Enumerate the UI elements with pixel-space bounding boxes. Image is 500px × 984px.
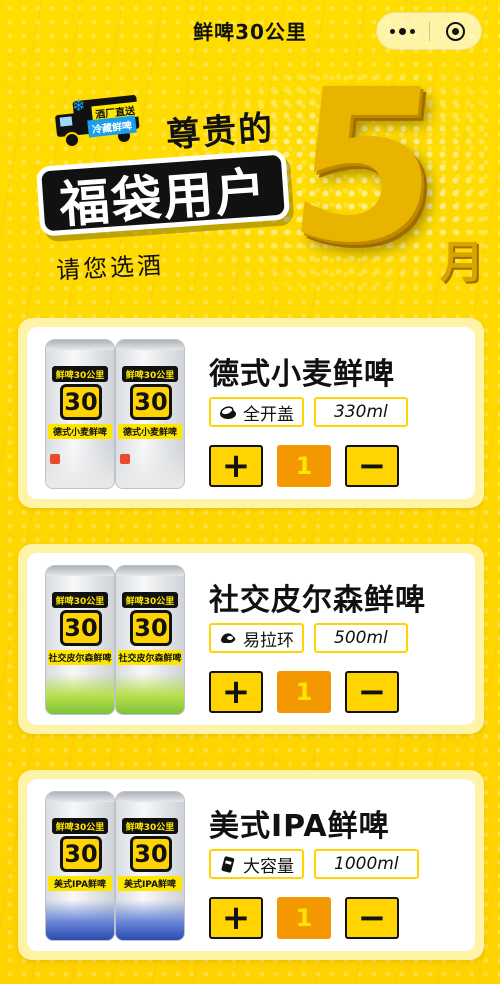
- can-number: 30: [130, 610, 172, 646]
- can-rim: [46, 792, 114, 802]
- product-tags: 全开盖 330ml: [209, 397, 408, 427]
- product-tags: 易拉环 500ml: [209, 623, 408, 653]
- can-rim: [116, 566, 184, 576]
- can-number: 30: [60, 836, 102, 872]
- can-rim: [46, 566, 114, 576]
- can-band: [46, 448, 114, 488]
- month-number: 5: [279, 44, 452, 289]
- pull-ring-icon: [221, 633, 236, 643]
- feature-tag: 易拉环: [209, 623, 304, 653]
- product-card: 鲜啤30公里 30 美式IPA鲜啤 鲜啤30公里 30 美式IPA鲜啤 美式IP…: [18, 770, 484, 960]
- increase-button[interactable]: +: [209, 897, 263, 939]
- can-label: 德式小麦鲜啤: [48, 424, 112, 439]
- can-brand: 鲜啤30公里: [122, 592, 178, 608]
- can-band: [116, 448, 184, 488]
- increase-button[interactable]: +: [209, 445, 263, 487]
- feature-tag: 全开盖: [209, 397, 304, 427]
- page: 鲜啤30公里 ❄ 酒厂直送 冷藏鲜啤 尊贵的 福袋用户 请您选酒 5 月 鲜啤3…: [0, 0, 500, 984]
- product-name: 德式小麦鲜啤: [207, 349, 399, 393]
- can-band: [46, 674, 114, 714]
- decrease-button[interactable]: −: [345, 445, 399, 487]
- more-dots-icon: [390, 28, 396, 34]
- more-dot: [410, 28, 416, 34]
- can-label: 社交皮尔森鲜啤: [48, 650, 112, 665]
- can-brand: 鲜啤30公里: [52, 592, 108, 608]
- can-band: [116, 900, 184, 940]
- product-image: 鲜啤30公里 30 德式小麦鲜啤 鲜啤30公里 30 德式小麦鲜啤: [45, 339, 193, 489]
- can-number: 30: [130, 384, 172, 420]
- beer-can: 鲜啤30公里 30 德式小麦鲜啤: [45, 339, 115, 489]
- product-card-inner: 鲜啤30公里 30 美式IPA鲜啤 鲜啤30公里 30 美式IPA鲜啤 美式IP…: [27, 779, 475, 951]
- quantity-stepper: + 1 −: [209, 671, 399, 713]
- product-card: 鲜啤30公里 30 社交皮尔森鲜啤 鲜啤30公里 30 社交皮尔森鲜啤 社交皮尔…: [18, 544, 484, 734]
- beer-can: 鲜啤30公里 30 美式IPA鲜啤: [115, 791, 185, 941]
- more-dot: [399, 27, 407, 35]
- product-name-text: 社交皮尔森鲜啤: [209, 583, 426, 618]
- large-can-icon: [221, 856, 235, 873]
- feature-label: 全开盖: [243, 404, 294, 425]
- month-unit: 月: [440, 237, 484, 288]
- feature-label: 大容量: [243, 856, 294, 877]
- feature-tag: 大容量: [209, 849, 304, 879]
- product-card: 鲜啤30公里 30 德式小麦鲜啤 鲜啤30公里 30 德式小麦鲜啤 德式小麦鲜啤: [18, 318, 484, 508]
- beer-can: 鲜啤30公里 30 美式IPA鲜啤: [45, 791, 115, 941]
- product-image: 鲜啤30公里 30 美式IPA鲜啤 鲜啤30公里 30 美式IPA鲜啤: [45, 791, 193, 941]
- feature-label: 易拉环: [243, 630, 294, 651]
- can-brand: 鲜啤30公里: [52, 818, 108, 834]
- can-brand: 鲜啤30公里: [122, 366, 178, 382]
- can-label: 社交皮尔森鲜啤: [118, 650, 182, 665]
- target-icon: [445, 21, 465, 41]
- quantity-value: 1: [277, 897, 331, 939]
- product-image: 鲜啤30公里 30 社交皮尔森鲜啤 鲜啤30公里 30 社交皮尔森鲜啤: [45, 565, 193, 715]
- snowflake-icon: ❄: [72, 96, 86, 115]
- can-brand: 鲜啤30公里: [52, 366, 108, 382]
- can-band: [46, 900, 114, 940]
- decrease-button[interactable]: −: [345, 671, 399, 713]
- decrease-button[interactable]: −: [345, 897, 399, 939]
- quantity-value: 1: [277, 445, 331, 487]
- product-tags: 大容量 1000ml: [209, 849, 419, 879]
- quantity-stepper: + 1 −: [209, 897, 399, 939]
- can-number: 30: [60, 384, 102, 420]
- increase-button[interactable]: +: [209, 671, 263, 713]
- can-label: 美式IPA鲜啤: [118, 876, 182, 891]
- banner-title-line2: 福袋用户: [35, 149, 291, 237]
- can-brand: 鲜啤30公里: [122, 818, 178, 834]
- quantity-value: 1: [277, 671, 331, 713]
- beer-can: 鲜啤30公里 30 社交皮尔森鲜啤: [115, 565, 185, 715]
- open-lid-icon: [220, 406, 236, 419]
- quantity-stepper: + 1 −: [209, 445, 399, 487]
- product-name: 美式IPA鲜啤: [207, 801, 394, 845]
- banner-title-line1: 尊贵的: [164, 108, 276, 156]
- product-card-inner: 鲜啤30公里 30 德式小麦鲜啤 鲜啤30公里 30 德式小麦鲜啤 德式小麦鲜啤: [27, 327, 475, 499]
- can-rim: [46, 340, 114, 350]
- beer-can: 鲜啤30公里 30 社交皮尔森鲜啤: [45, 565, 115, 715]
- page-title: 鲜啤30公里: [193, 19, 307, 44]
- volume-tag: 330ml: [314, 397, 408, 427]
- product-name: 社交皮尔森鲜啤: [207, 575, 430, 619]
- banner: ❄ 酒厂直送 冷藏鲜啤 尊贵的 福袋用户 请您选酒 5 月: [0, 44, 500, 320]
- beer-can: 鲜啤30公里 30 德式小麦鲜啤: [115, 339, 185, 489]
- can-number: 30: [130, 836, 172, 872]
- can-label: 美式IPA鲜啤: [48, 876, 112, 891]
- can-number: 30: [60, 610, 102, 646]
- product-name-text: 美式IPA鲜啤: [209, 809, 390, 844]
- banner-subtitle: 请您选酒: [55, 251, 165, 285]
- can-rim: [116, 792, 184, 802]
- product-card-inner: 鲜啤30公里 30 社交皮尔森鲜啤 鲜啤30公里 30 社交皮尔森鲜啤 社交皮尔…: [27, 553, 475, 725]
- volume-tag: 1000ml: [314, 849, 419, 879]
- can-band: [116, 674, 184, 714]
- volume-tag: 500ml: [314, 623, 408, 653]
- product-name-text: 德式小麦鲜啤: [209, 357, 395, 392]
- can-rim: [116, 340, 184, 350]
- can-label: 德式小麦鲜啤: [118, 424, 182, 439]
